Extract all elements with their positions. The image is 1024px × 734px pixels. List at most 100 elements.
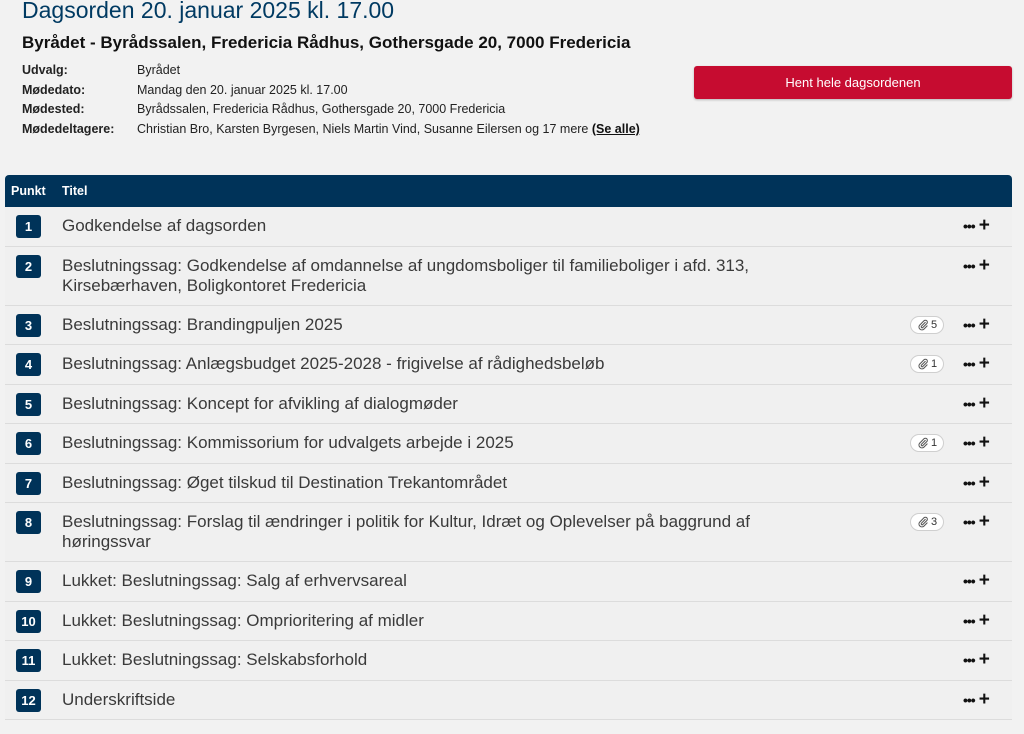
- attachments-count: 5: [930, 318, 938, 331]
- agenda-item-row[interactable]: 12 Underskriftside ••• +: [5, 680, 1012, 720]
- plus-icon[interactable]: +: [979, 394, 990, 413]
- plus-icon[interactable]: +: [979, 473, 990, 492]
- item-actions: ••• +: [963, 611, 990, 630]
- plus-icon[interactable]: +: [979, 690, 990, 709]
- ellipsis-icon[interactable]: •••: [963, 434, 976, 452]
- agenda-item-title[interactable]: Lukket: Beslutningssag: Salg af erhvervs…: [62, 571, 802, 591]
- item-actions: ••• +: [963, 433, 990, 452]
- item-actions: ••• +: [963, 315, 990, 334]
- agenda-item-number: 11: [16, 649, 41, 672]
- agenda-item-title[interactable]: Godkendelse af dagsorden: [62, 216, 802, 236]
- attachments-badge[interactable]: 3: [910, 513, 944, 531]
- agenda-item-title[interactable]: Beslutningssag: Koncept for afvikling af…: [62, 394, 802, 414]
- modested-value: Byrådssalen, Fredericia Rådhus, Gothersg…: [137, 102, 506, 116]
- ellipsis-icon[interactable]: •••: [963, 316, 976, 334]
- meeting-info: Udvalg: Byrådet Mødedato: Mandag den 20.…: [22, 61, 662, 139]
- meta-row-modedato: Mødedato: Mandag den 20. januar 2025 kl.…: [22, 81, 662, 101]
- meta-row-modested: Mødested: Byrådssalen, Fredericia Rådhus…: [22, 100, 662, 120]
- paperclip-icon: [918, 319, 928, 330]
- item-actions: ••• +: [963, 571, 990, 590]
- ellipsis-icon[interactable]: •••: [963, 651, 976, 669]
- agenda-item-number: 5: [16, 392, 41, 416]
- agenda-item-number: 7: [16, 471, 41, 495]
- ellipsis-icon[interactable]: •••: [963, 572, 976, 590]
- agenda-item-row[interactable]: 3 Beslutningssag: Brandingpuljen 2025 5 •••…: [5, 305, 1012, 345]
- plus-icon[interactable]: +: [979, 650, 990, 669]
- agenda-table: Punkt Titel 1 Godkendelse af dagsorden •••…: [5, 175, 1012, 720]
- agenda-item-number: 1: [16, 215, 41, 238]
- ellipsis-icon[interactable]: •••: [963, 217, 976, 235]
- ellipsis-icon[interactable]: •••: [963, 691, 976, 709]
- udvalg-label: Udvalg:: [22, 63, 68, 77]
- column-header-titel: Titel: [62, 184, 88, 198]
- udvalg-value: Byrådet: [137, 63, 181, 77]
- see-all-participants-link[interactable]: (Se alle): [592, 122, 640, 136]
- agenda-item-row[interactable]: 5 Beslutningssag: Koncept for afvikling a…: [5, 384, 1012, 424]
- paperclip-icon: [918, 437, 928, 449]
- plus-icon[interactable]: +: [979, 216, 990, 235]
- agenda-item-title[interactable]: Beslutningssag: Brandingpuljen 2025: [62, 315, 802, 335]
- agenda-table-header: Punkt Titel: [5, 175, 1012, 207]
- agenda-item-row[interactable]: 6 Beslutningssag: Kommissorium for udvalg…: [5, 424, 1012, 464]
- agenda-item-number: 10: [16, 609, 41, 633]
- attachments-badge[interactable]: 1: [910, 434, 944, 452]
- agenda-rows: 1 Godkendelse af dagsorden ••• +2 Beslutning…: [5, 207, 1012, 720]
- attachments-count: 3: [930, 516, 938, 528]
- agenda-item-number: 4: [16, 353, 41, 376]
- agenda-item-number: 6: [16, 432, 41, 455]
- page-title: Dagsorden 20. januar 2025 kl. 17.00: [22, 0, 395, 23]
- attachments-badge[interactable]: 1: [910, 355, 944, 373]
- meta-row-udvalg: Udvalg: Byrådet: [22, 61, 662, 81]
- agenda-item-row[interactable]: 2 Beslutningssag: Godkendelse af omdannel…: [5, 246, 1012, 306]
- attachments-count: 1: [930, 437, 938, 449]
- agenda-item-title[interactable]: Beslutningssag: Kommissorium for udvalge…: [62, 433, 802, 453]
- item-actions: ••• +: [963, 473, 990, 492]
- ellipsis-icon[interactable]: •••: [963, 355, 976, 373]
- agenda-item-title[interactable]: Beslutningssag: Øget tilskud til Destina…: [62, 473, 802, 493]
- item-actions: ••• +: [963, 690, 990, 709]
- agenda-item-number: 3: [16, 313, 41, 337]
- plus-icon[interactable]: +: [979, 433, 990, 452]
- agenda-item-number: 12: [16, 688, 41, 712]
- deltagere-label: Mødedeltagere:: [22, 121, 115, 136]
- column-header-punkt: Punkt: [11, 184, 46, 198]
- agenda-item-row[interactable]: 11 Lukket: Beslutningssag: Selskabsforhol…: [5, 641, 1012, 681]
- download-full-agenda-button[interactable]: Hent hele dagsordenen: [694, 66, 1012, 99]
- ellipsis-icon[interactable]: •••: [963, 257, 976, 275]
- agenda-item-title[interactable]: Lukket: Beslutningssag: Omprioritering a…: [62, 611, 802, 631]
- agenda-item-row[interactable]: 7 Beslutningssag: Øget tilskud til Destin…: [5, 463, 1012, 503]
- ellipsis-icon[interactable]: •••: [963, 474, 976, 492]
- agenda-item-row[interactable]: 10 Lukket: Beslutningssag: Omprioritering…: [5, 601, 1012, 641]
- ellipsis-icon[interactable]: •••: [963, 395, 976, 413]
- attachments-badge[interactable]: 5: [910, 315, 944, 334]
- agenda-item-title[interactable]: Underskriftside: [62, 690, 802, 710]
- item-actions: ••• +: [963, 354, 990, 373]
- modedato-label: Mødedato:: [22, 82, 86, 97]
- item-actions: ••• +: [963, 216, 990, 235]
- plus-icon[interactable]: +: [979, 512, 990, 531]
- agenda-item-row[interactable]: 4 Beslutningssag: Anlægsbudget 2025-2028 …: [5, 345, 1012, 385]
- ellipsis-icon[interactable]: •••: [963, 513, 976, 531]
- agenda-item-title[interactable]: Lukket: Beslutningssag: Selskabsforhold: [62, 650, 802, 670]
- plus-icon[interactable]: +: [979, 315, 990, 334]
- item-actions: ••• +: [963, 256, 990, 275]
- deltagere-names: Christian Bro, Karsten Byrgesen, Niels M…: [137, 121, 589, 136]
- agenda-item-row[interactable]: 9 Lukket: Beslutningssag: Salg af erhverv…: [5, 562, 1012, 602]
- plus-icon[interactable]: +: [979, 354, 990, 373]
- agenda-item-title[interactable]: Beslutningssag: Anlægsbudget 2025-2028 -…: [62, 354, 802, 374]
- modested-label: Mødested:: [22, 102, 85, 116]
- agenda-item-row[interactable]: 1 Godkendelse af dagsorden ••• +: [5, 207, 1012, 247]
- agenda-item-number: 2: [16, 254, 41, 278]
- plus-icon[interactable]: +: [979, 571, 990, 590]
- agenda-item-row[interactable]: 8 Beslutningssag: Forslag til ændringer i…: [5, 503, 1012, 562]
- plus-icon[interactable]: +: [979, 256, 990, 275]
- agenda-item-title[interactable]: Beslutningssag: Godkendelse af omdannels…: [62, 256, 802, 296]
- ellipsis-icon[interactable]: •••: [963, 612, 976, 630]
- modedato-value: Mandag den 20. januar 2025 kl. 17.00: [137, 82, 348, 97]
- agenda-item-title[interactable]: Beslutningssag: Forslag til ændringer i …: [62, 512, 802, 552]
- meta-row-deltagere: Mødedeltagere: Christian Bro, Karsten By…: [22, 120, 662, 140]
- item-actions: ••• +: [963, 394, 990, 413]
- item-actions: ••• +: [963, 512, 990, 531]
- meeting-location-subtitle: Byrådet - Byrådssalen, Fredericia Rådhus…: [22, 33, 631, 52]
- plus-icon[interactable]: +: [979, 611, 990, 630]
